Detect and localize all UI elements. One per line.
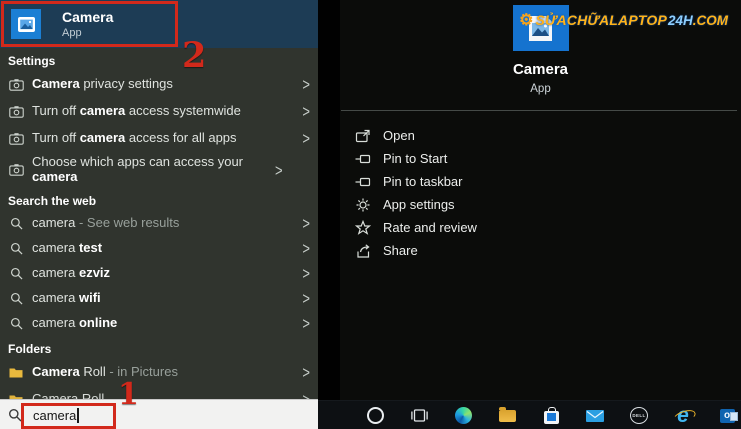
chevron-right-icon: >: [302, 363, 310, 382]
top-result-title: Camera: [62, 9, 113, 25]
menu-item-app-settings[interactable]: App settings: [340, 193, 741, 216]
result-camera-privacy-settings[interactable]: Camera privacy settings >: [0, 71, 318, 98]
menu-item-label: Share: [383, 243, 418, 258]
store-icon[interactable]: [542, 406, 560, 426]
search-icon: [8, 408, 22, 422]
camera-icon: [8, 133, 24, 145]
menu-item-share[interactable]: Share: [340, 239, 741, 262]
menu-item-label: Rate and review: [383, 220, 477, 235]
annotation-box-step1: [21, 403, 116, 429]
search-results-panel: Camera App Settings Camera privacy setti…: [0, 0, 318, 400]
desktop-screen: Camera App Settings Camera privacy setti…: [0, 0, 741, 429]
menu-item-rate-and-review[interactable]: Rate and review: [340, 216, 741, 239]
watermark: ⚙ SỬACHỮALAPTOP 24H .COM: [519, 10, 728, 30]
pin-icon: [354, 174, 371, 190]
search-input[interactable]: camera: [0, 399, 318, 429]
internet-explorer-icon[interactable]: e: [674, 406, 692, 426]
chevron-right-icon: >: [302, 75, 310, 94]
result-turn-off-camera-systemwide[interactable]: Turn off camera access systemwide >: [0, 98, 318, 125]
result-label: Turn off camera access for all apps: [32, 131, 294, 146]
chevron-right-icon: >: [275, 161, 283, 180]
menu-item-pin-to-start[interactable]: Pin to Start: [340, 147, 741, 170]
result-label: Camera Roll - in Pictures: [32, 365, 294, 380]
chevron-right-icon: >: [302, 239, 310, 258]
result-label: camera test: [32, 241, 294, 256]
camera-icon: [8, 106, 24, 118]
folder-icon: [8, 367, 24, 378]
result-label: camera ezviz: [32, 266, 294, 281]
dell-icon[interactable]: DELL: [630, 406, 648, 426]
chevron-right-icon: >: [302, 129, 310, 148]
menu-item-label: App settings: [383, 197, 455, 212]
chevron-right-icon: >: [302, 289, 310, 308]
result-choose-apps-camera[interactable]: Choose which apps can access your camera…: [0, 152, 318, 188]
menu-item-label: Pin to Start: [383, 151, 447, 166]
share-icon: [354, 243, 371, 259]
divider: [341, 110, 737, 111]
section-header-folders: Folders: [0, 336, 318, 359]
web-suggestion-camera-ezviz[interactable]: camera ezviz >: [0, 261, 318, 286]
section-header-settings: Settings: [0, 48, 318, 71]
result-turn-off-camera-all-apps[interactable]: Turn off camera access for all apps >: [0, 125, 318, 152]
mail-icon[interactable]: [586, 406, 604, 426]
chevron-right-icon: >: [302, 264, 310, 283]
chevron-right-icon: >: [302, 314, 310, 333]
web-suggestion-camera-test[interactable]: camera test >: [0, 236, 318, 261]
web-suggestion-camera-online[interactable]: camera online >: [0, 311, 318, 336]
folder-result-partial[interactable]: Camera Roll >: [0, 386, 318, 400]
result-label: camera wifi: [32, 291, 294, 306]
taskbar-icons: DELL e o: [366, 401, 736, 429]
app-title: Camera: [340, 61, 741, 78]
top-result-subtitle: App: [62, 27, 113, 39]
context-menu: Open Pin to Start Pin to taskbar App set…: [340, 124, 741, 262]
open-icon: [354, 128, 371, 144]
section-header-search-the-web: Search the web: [0, 188, 318, 211]
menu-item-label: Pin to taskbar: [383, 174, 463, 189]
web-result-see-web-results[interactable]: camera - See web results >: [0, 211, 318, 236]
search-icon: [8, 292, 24, 305]
annotation-number-2: 2: [182, 38, 206, 73]
app-subtitle: App: [340, 83, 741, 95]
results-list: Settings Camera privacy settings > Turn …: [0, 48, 318, 400]
camera-icon: [8, 164, 24, 176]
result-label: Camera privacy settings: [32, 77, 294, 92]
web-suggestion-camera-wifi[interactable]: camera wifi >: [0, 286, 318, 311]
search-icon: [8, 317, 24, 330]
result-label: camera - See web results: [32, 216, 294, 231]
menu-item-open[interactable]: Open: [340, 124, 741, 147]
edge-icon[interactable]: [454, 406, 472, 426]
annotation-number-1: 1: [118, 380, 139, 410]
pin-icon: [354, 151, 371, 167]
camera-icon: [8, 79, 24, 91]
cortana-icon[interactable]: [366, 406, 384, 426]
gear-icon: [354, 197, 371, 213]
search-icon: [8, 242, 24, 255]
result-label: Choose which apps can access your camera: [32, 155, 267, 185]
search-icon: [8, 217, 24, 230]
star-icon: [354, 220, 371, 236]
top-result-camera-app[interactable]: Camera App: [0, 0, 318, 48]
watermark-tld: .COM: [693, 13, 728, 28]
task-view-icon[interactable]: [410, 406, 428, 426]
outlook-icon[interactable]: o: [718, 406, 736, 426]
watermark-24h: 24H: [668, 13, 693, 28]
watermark-brand: SỬACHỮALAPTOP: [535, 12, 667, 28]
menu-item-pin-to-taskbar[interactable]: Pin to taskbar: [340, 170, 741, 193]
camera-app-icon: [11, 9, 41, 39]
search-icon: [8, 267, 24, 280]
chevron-right-icon: >: [302, 102, 310, 121]
top-result-text: Camera App: [62, 9, 113, 39]
chevron-right-icon: >: [302, 214, 310, 233]
result-label: Turn off camera access systemwide: [32, 104, 294, 119]
result-label: camera online: [32, 316, 294, 331]
gear-icon: ⚙: [519, 10, 533, 30]
menu-item-label: Open: [383, 128, 415, 143]
app-context-panel: Camera App Open Pin to Start Pin: [340, 0, 741, 400]
file-explorer-icon[interactable]: [498, 406, 516, 426]
folder-result-camera-roll[interactable]: Camera Roll - in Pictures >: [0, 359, 318, 386]
